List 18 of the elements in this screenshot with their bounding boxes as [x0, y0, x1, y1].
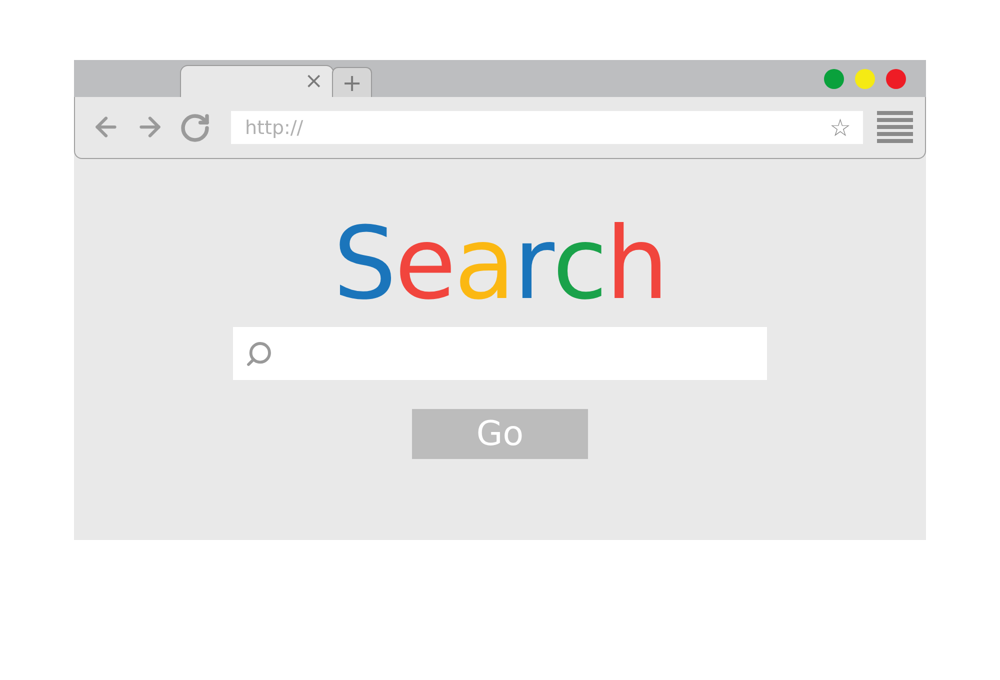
search-field[interactable] — [233, 327, 767, 380]
reload-icon[interactable] — [179, 112, 211, 144]
logo-letter: e — [394, 209, 454, 319]
go-button[interactable]: Go — [412, 409, 588, 459]
browser-tab[interactable]: × — [180, 65, 334, 97]
logo-letter: r — [513, 209, 553, 319]
address-bar[interactable]: http:// ☆ — [231, 111, 863, 144]
window-control-dot[interactable] — [886, 69, 906, 89]
logo-letter: S — [333, 209, 395, 319]
logo-letter: h — [606, 209, 667, 319]
search-icon — [245, 340, 273, 368]
logo-letter: a — [454, 209, 514, 319]
window-control-dot[interactable] — [824, 69, 844, 89]
bookmark-star-button[interactable]: ☆ — [829, 114, 851, 142]
menu-icon[interactable] — [877, 110, 913, 144]
new-tab-button[interactable]: + — [332, 67, 372, 97]
tab-close-button[interactable]: × — [300, 70, 327, 92]
window-control-dot[interactable] — [855, 69, 875, 89]
